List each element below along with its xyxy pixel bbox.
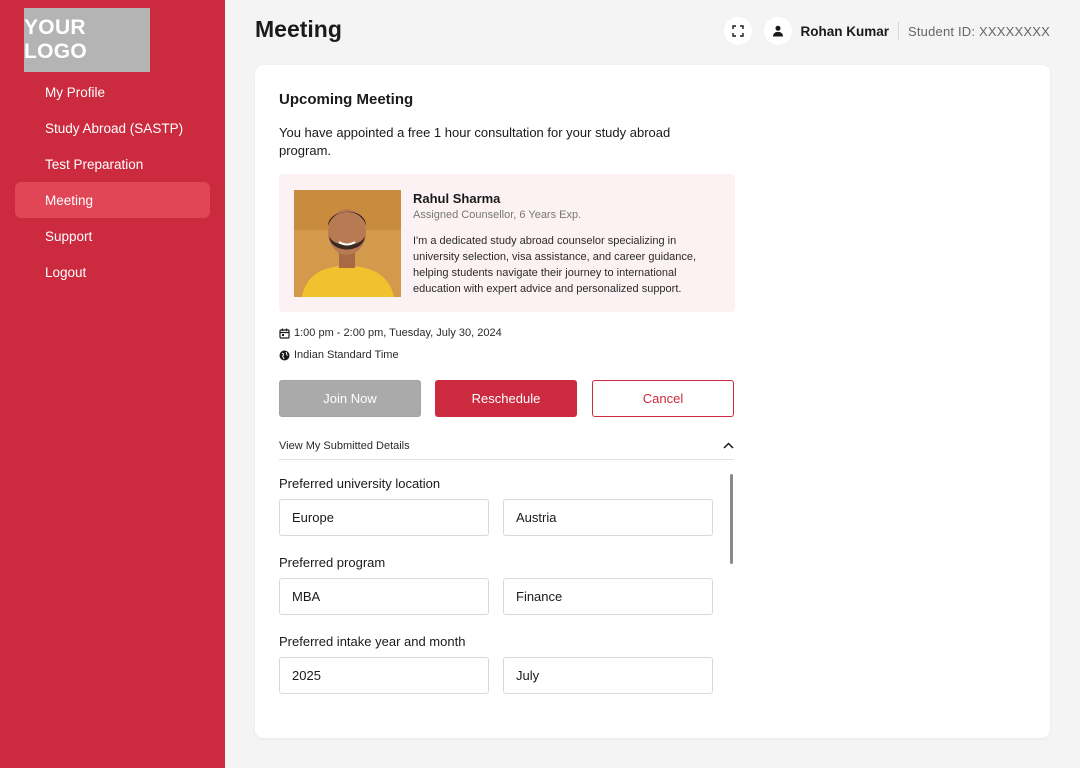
user-icon — [773, 25, 784, 37]
counsellor-bio: I'm a dedicated study abroad counselor s… — [413, 235, 697, 295]
submitted-details-label: View My Submitted Details — [279, 439, 410, 452]
page-title: Meeting — [255, 16, 342, 42]
meeting-card: Upcoming Meeting You have appointed a fr… — [255, 65, 1050, 738]
meeting-timezone: Indian Standard Time — [294, 349, 399, 361]
intake-year-field[interactable]: 2025 — [279, 657, 489, 694]
logo: YOUR LOGO — [24, 8, 150, 72]
sidebar: YOUR LOGO My Profile Study Abroad (SASTP… — [0, 0, 225, 768]
meeting-time-row: 1:00 pm - 2:00 pm, Tuesday, July 30, 202… — [279, 327, 502, 339]
sidebar-item-logout[interactable]: Logout — [15, 254, 210, 290]
scrollbar-thumb[interactable] — [730, 474, 733, 564]
counsellor-card: Rahul Sharma Assigned Counsellor, 6 Year… — [279, 174, 735, 312]
sidebar-item-study-abroad[interactable]: Study Abroad (SASTP) — [15, 110, 210, 146]
cancel-button[interactable]: Cancel — [592, 380, 734, 417]
location-region-field[interactable]: Europe — [279, 499, 489, 536]
fullscreen-button[interactable] — [724, 17, 753, 45]
user-name: Rohan Kumar — [800, 23, 889, 39]
counsellor-role: Assigned Counsellor, 6 Years Exp. — [413, 209, 582, 221]
join-now-button[interactable]: Join Now — [279, 380, 421, 417]
sidebar-nav: My Profile Study Abroad (SASTP) Test Pre… — [15, 74, 210, 290]
reschedule-button[interactable]: Reschedule — [435, 380, 577, 417]
program-specialization-field[interactable]: Finance — [503, 578, 713, 615]
sidebar-item-meeting[interactable]: Meeting — [15, 182, 210, 218]
intake-month-field[interactable]: July — [503, 657, 713, 694]
submitted-details-toggle[interactable]: View My Submitted Details — [279, 432, 734, 460]
intake-label: Preferred intake year and month — [279, 634, 466, 649]
meeting-time: 1:00 pm - 2:00 pm, Tuesday, July 30, 202… — [294, 327, 502, 339]
sidebar-item-support[interactable]: Support — [15, 218, 210, 254]
location-label: Preferred university location — [279, 476, 441, 491]
fullscreen-icon — [732, 25, 745, 37]
location-country-field[interactable]: Austria — [503, 499, 713, 536]
sidebar-item-my-profile[interactable]: My Profile — [15, 74, 210, 110]
details-scrollbar[interactable] — [730, 474, 734, 712]
meeting-intro: You have appointed a free 1 hour consult… — [279, 125, 671, 158]
calendar-icon — [279, 328, 290, 339]
header-user-area: Rohan Kumar Student ID: XXXXXXXX — [724, 17, 1050, 45]
counsellor-photo — [294, 190, 401, 297]
chevron-up-icon — [723, 442, 734, 449]
program-label: Preferred program — [279, 555, 386, 570]
avatar[interactable] — [764, 17, 793, 45]
globe-icon — [279, 350, 290, 360]
meeting-timezone-row: Indian Standard Time — [279, 349, 399, 361]
counsellor-name: Rahul Sharma — [413, 191, 501, 206]
sidebar-item-test-preparation[interactable]: Test Preparation — [15, 146, 210, 182]
header-divider — [897, 22, 899, 40]
student-id: Student ID: XXXXXXXX — [907, 23, 1050, 39]
section-title: Upcoming Meeting — [279, 91, 414, 108]
program-degree-field[interactable]: MBA — [279, 578, 489, 615]
